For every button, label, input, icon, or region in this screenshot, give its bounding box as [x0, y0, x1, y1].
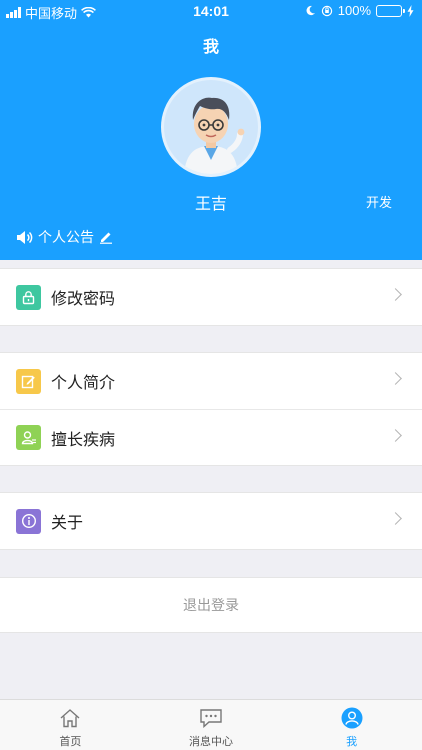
orientation-lock-icon	[321, 5, 332, 16]
user-icon	[339, 706, 365, 730]
status-bar: 中国移动 14:01 100%	[0, 0, 422, 22]
tab-label: 消息中心	[189, 735, 233, 748]
edit-note-icon	[16, 368, 41, 394]
charging-icon	[407, 4, 414, 17]
menu-item-specialty[interactable]: 擅长疾病	[0, 409, 422, 465]
tab-home[interactable]: 首页	[0, 700, 141, 750]
speaker-icon	[17, 230, 33, 244]
menu-group-about: 关于	[0, 492, 422, 550]
info-icon	[16, 508, 41, 534]
tab-messages[interactable]: 消息中心	[141, 700, 282, 750]
lock-icon	[16, 284, 41, 310]
avatar[interactable]	[161, 77, 261, 177]
logout-button[interactable]: 退出登录	[0, 577, 422, 633]
user-card-icon	[16, 425, 41, 450]
menu-group-profile: 个人简介 擅长疾病	[0, 352, 422, 466]
battery-icon	[376, 4, 405, 17]
edit-icon	[100, 232, 112, 244]
menu-item-about[interactable]: 关于	[0, 493, 422, 549]
menu-item-change-password[interactable]: 修改密码	[0, 269, 422, 325]
tab-bar: 首页 消息中心 我	[0, 699, 422, 750]
user-role: 开发	[365, 196, 392, 211]
chevron-right-icon	[389, 512, 402, 525]
moon-icon	[306, 5, 315, 16]
tab-label: 我	[346, 735, 358, 748]
chevron-right-icon	[389, 429, 402, 442]
chat-bubble-icon	[198, 706, 224, 730]
profile-header: 中国移动 14:01 100% 我 王吉 开发 个人公告	[0, 0, 422, 260]
tab-label: 首页	[59, 735, 82, 748]
announcement-label: 个人公告	[38, 230, 94, 246]
chevron-right-icon	[389, 372, 402, 385]
user-name: 王吉	[194, 194, 227, 213]
status-right: 100%	[305, 3, 414, 18]
announcement-button[interactable]: 个人公告	[16, 227, 113, 247]
menu-item-label: 修改密码	[51, 289, 116, 308]
home-icon	[57, 706, 83, 730]
menu-item-label: 擅长疾病	[51, 429, 116, 449]
chevron-right-icon	[389, 288, 402, 301]
menu-item-label: 关于	[51, 513, 84, 532]
battery-percent: 100%	[337, 3, 371, 18]
page-title: 我	[202, 37, 219, 56]
menu-item-label: 个人简介	[51, 373, 116, 392]
tab-me[interactable]: 我	[281, 700, 422, 750]
menu-group-security: 修改密码	[0, 268, 422, 326]
doctor-avatar-icon	[184, 97, 245, 174]
menu-item-profile[interactable]: 个人简介	[0, 353, 422, 409]
